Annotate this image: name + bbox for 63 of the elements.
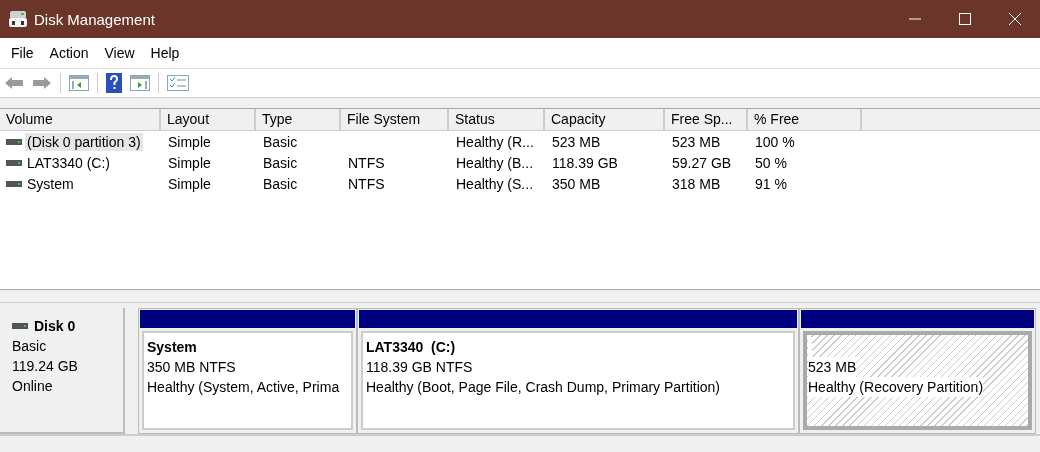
- disk-drive-icon: [8, 10, 28, 28]
- window-panel-icon[interactable]: [69, 75, 89, 91]
- volume-name[interactable]: System: [25, 174, 76, 193]
- menu-item[interactable]: Help: [142, 45, 188, 61]
- table-cell: Healthy (S...: [456, 175, 534, 192]
- menu-item[interactable]: View: [96, 45, 143, 61]
- column-header[interactable]: Capacity: [545, 109, 665, 130]
- table-cell: 59.27 GB: [672, 154, 732, 171]
- table-cell: Basic: [263, 133, 298, 150]
- partition-status: Healthy (Recovery Partition): [808, 377, 984, 397]
- window-panel-icon[interactable]: [130, 75, 150, 91]
- window-title: Disk Management: [34, 10, 155, 28]
- table-cell: Basic: [263, 175, 298, 192]
- drive-icon: [6, 180, 22, 187]
- table-cell: 523 MB: [552, 133, 601, 150]
- column-header[interactable]: % Free: [748, 109, 862, 130]
- partition-size: 350 MB NTFS: [147, 358, 237, 377]
- partition-size: 118.39 GB NTFS: [366, 358, 474, 377]
- table-cell: Basic: [263, 154, 298, 171]
- table-cell: NTFS: [348, 175, 385, 192]
- table-cell: 50 %: [755, 154, 787, 171]
- table-cell: 350 MB: [552, 175, 601, 192]
- table-cell: Simple: [168, 133, 211, 150]
- partition-block[interactable]: System 350 MB NTFS Healthy (System, Active, Prima: [142, 331, 353, 430]
- table-cell: Healthy (B...: [456, 154, 534, 171]
- partition-status: Healthy (Boot, Page File, Crash Dump, Primary Partition): [366, 378, 721, 397]
- drive-icon: [6, 159, 22, 166]
- table-cell: 118.39 GB: [552, 154, 618, 171]
- partition-status: Healthy (System, Active, Prima: [147, 378, 341, 397]
- table-cell: 91 %: [755, 175, 787, 192]
- menu-item[interactable]: File: [3, 45, 42, 61]
- checklist-icon[interactable]: [167, 75, 189, 91]
- table-cell: Simple: [168, 175, 211, 192]
- table-cell: 100 %: [755, 133, 795, 150]
- table-cell: NTFS: [348, 154, 385, 171]
- partition-block[interactable]: 523 MB Healthy (Recovery Partition): [803, 331, 1032, 430]
- table-cell: Healthy (R...: [456, 133, 534, 150]
- column-header[interactable]: File System: [341, 109, 449, 130]
- table-cell: Simple: [168, 154, 211, 171]
- column-header[interactable]: Volume: [0, 109, 161, 130]
- column-header[interactable]: Layout: [161, 109, 256, 130]
- help-icon[interactable]: [106, 73, 122, 93]
- back-arrow-icon[interactable]: [4, 76, 24, 90]
- partition-size: 523 MB: [808, 357, 857, 377]
- disk-status: Online: [12, 377, 54, 396]
- volume-name[interactable]: (Disk 0 partition 3): [25, 132, 143, 151]
- column-header[interactable]: Status: [449, 109, 545, 130]
- menu-item[interactable]: Action: [41, 45, 97, 61]
- column-header[interactable]: Type: [256, 109, 341, 130]
- partition-block[interactable]: LAT3340 (C:) 118.39 GB NTFS Healthy (Boot, Page File, Crash Dump, Primary Partition): [361, 331, 795, 430]
- forward-arrow-icon[interactable]: [32, 76, 52, 90]
- disk-type: Basic: [12, 337, 48, 356]
- drive-icon: [6, 138, 22, 145]
- disk-size: 119.24 GB: [12, 357, 79, 376]
- table-cell: 318 MB: [672, 175, 721, 192]
- disk-info-card[interactable]: Disk 0 Basic 119.24 GB Online: [0, 308, 125, 434]
- disk-name: Disk 0: [34, 317, 76, 336]
- column-header[interactable]: Free Sp...: [665, 109, 748, 130]
- volume-name[interactable]: LAT3340 (C:): [25, 153, 112, 172]
- partition-name: LAT3340 (C:): [366, 338, 457, 357]
- drive-icon: [12, 323, 28, 329]
- table-cell: 523 MB: [672, 133, 721, 150]
- partition-name: System: [147, 338, 198, 357]
